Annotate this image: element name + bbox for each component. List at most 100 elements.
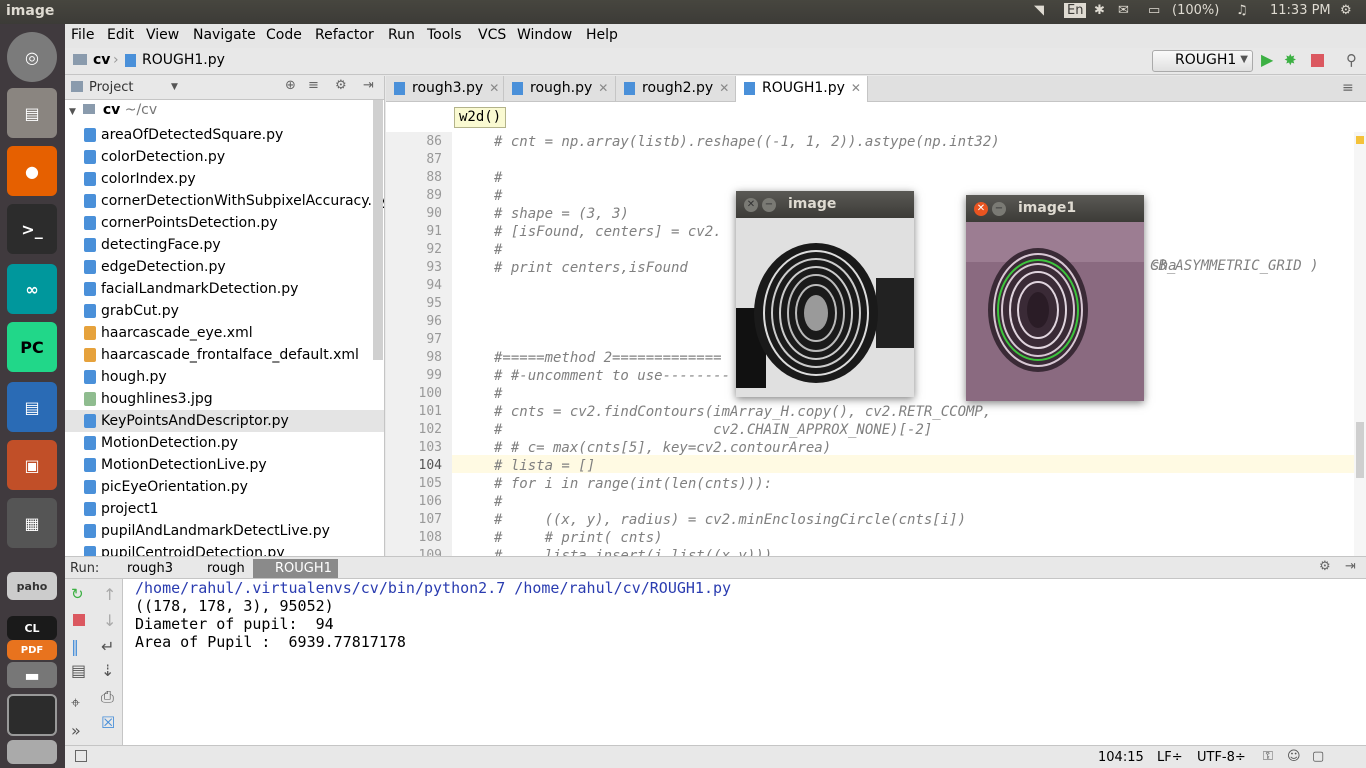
drive-icon[interactable]: ▬ (7, 662, 57, 688)
menu-file[interactable]: File (71, 27, 94, 43)
chip-icon[interactable]: ▦ (7, 498, 57, 548)
pin-icon[interactable]: ⌖ (71, 693, 80, 713)
close-icon[interactable]: ✕ (598, 81, 608, 95)
expand-arrow-icon[interactable]: ▼ (69, 107, 76, 117)
more-icon[interactable]: » (71, 721, 81, 740)
file-item[interactable]: MotionDetectionLive.py (84, 454, 267, 476)
file-item[interactable]: MotionDetection.py (84, 432, 238, 454)
search-icon[interactable]: ⚲ (1346, 51, 1357, 69)
run-config-select[interactable]: ROUGH1 ▼ (1152, 50, 1253, 72)
file-item[interactable]: cornerPointsDetection.py (84, 212, 278, 234)
menu-code[interactable]: Code (266, 27, 302, 43)
pycharm-icon[interactable]: PC (7, 322, 57, 372)
stop-icon[interactable] (1311, 54, 1324, 67)
gear-icon[interactable]: ⚙ (335, 78, 347, 93)
file-item[interactable]: colorIndex.py (84, 168, 196, 190)
collapse-all-icon[interactable]: ≡ (308, 78, 319, 93)
bluetooth-icon[interactable]: ✱ (1094, 3, 1105, 18)
file-item[interactable]: houghlines3.jpg (84, 388, 213, 410)
menu-help[interactable]: Help (586, 27, 618, 43)
chevron-down-icon[interactable]: ▼ (171, 82, 178, 92)
menu-tools[interactable]: Tools (427, 27, 462, 43)
print-icon[interactable]: ⎙ (101, 687, 114, 707)
file-item[interactable]: detectingFace.py (84, 234, 221, 256)
stop-icon[interactable] (73, 614, 85, 626)
line-separator[interactable]: LF÷ (1157, 750, 1183, 765)
trash-icon[interactable] (7, 740, 57, 764)
code-line[interactable]: # (494, 188, 502, 206)
file-item[interactable]: edgeDetection.py (84, 256, 226, 278)
close-icon[interactable]: ✕ (744, 198, 758, 212)
file-item[interactable]: pupilCentroidDetection.py (84, 542, 285, 556)
code-line[interactable]: # print centers,isFound (494, 260, 688, 278)
display-icon[interactable] (7, 694, 57, 736)
tab-rough2[interactable]: rough2.py ✕ (616, 76, 736, 102)
menu-window[interactable]: Window (517, 27, 572, 43)
opencv-window-image1[interactable]: ✕ − image1 (966, 195, 1144, 401)
wifi-icon[interactable]: ◥ (1034, 3, 1044, 18)
scroll-thumb[interactable] (1356, 422, 1364, 478)
file-item[interactable]: colorDetection.py (84, 146, 225, 168)
paho-icon[interactable]: paho (7, 572, 57, 600)
code-line[interactable]: # (494, 494, 502, 512)
menu-navigate[interactable]: Navigate (193, 27, 256, 43)
keyboard-layout-indicator[interactable]: En (1064, 3, 1087, 18)
code-line[interactable]: # (494, 242, 502, 260)
minimize-icon[interactable]: − (992, 202, 1006, 216)
code-line[interactable]: # (494, 386, 502, 404)
code-line[interactable]: # for i in range(int(len(cnts))): (494, 476, 772, 494)
file-item[interactable]: areaOfDetectedSquare.py (84, 124, 283, 146)
debug-bug-icon[interactable]: ✸ (1284, 51, 1297, 69)
editor-scrollbar[interactable] (1354, 132, 1366, 556)
run-tab-rough3[interactable]: rough3 (105, 559, 179, 578)
nav-folder[interactable]: cv (93, 52, 110, 68)
menu-view[interactable]: View (146, 27, 179, 43)
console-output[interactable]: /home/rahul/.virtualenvs/cv/bin/python2.… (123, 579, 1366, 745)
code-line[interactable]: # cv2.CHAIN_APPROX_NONE)[-2] (494, 422, 932, 440)
code-line[interactable]: # [isFound, centers] = cv2. (494, 224, 722, 242)
code-line[interactable]: # # print( cnts) (494, 530, 663, 548)
code-line[interactable]: # lista = [] (494, 458, 595, 476)
gear-icon[interactable]: ⚙ (1319, 559, 1331, 574)
arduino-icon[interactable]: ∞ (7, 264, 57, 314)
close-icon[interactable]: ✕ (851, 81, 861, 95)
down-arrow-icon[interactable]: ↓ (103, 611, 116, 630)
tab-rough1[interactable]: ROUGH1.py ✕ (736, 76, 868, 102)
file-item[interactable]: haarcascade_eye.xml (84, 322, 253, 344)
soft-wrap-icon[interactable]: ↵ (101, 637, 114, 656)
layout-icon[interactable]: ▤ (71, 661, 86, 680)
impress-icon[interactable]: ▣ (7, 440, 57, 490)
code-line[interactable]: # # c= max(cnts[5], key=cv2.contourArea) (494, 440, 831, 458)
minimize-icon[interactable]: − (762, 198, 776, 212)
ubuntu-dash-icon[interactable]: ◎ (7, 32, 57, 82)
file-item[interactable]: project1 (84, 498, 159, 520)
scroll-from-source-icon[interactable]: ⊕ (285, 78, 296, 93)
run-tab-rough1[interactable]: ROUGH1 (253, 559, 338, 578)
tree-root[interactable]: ▼ cv ~/cv (69, 102, 157, 118)
opencv-window-image[interactable]: ✕ − image (736, 191, 914, 397)
project-scrollbar[interactable] (373, 100, 383, 360)
mail-icon[interactable]: ✉ (1118, 3, 1129, 18)
warning-marker-icon[interactable] (1356, 136, 1364, 144)
power-gear-icon[interactable]: ⚙ (1340, 3, 1352, 18)
file-item[interactable]: cornerDetectionWithSubpixelAccuracy.py (84, 190, 384, 212)
file-item[interactable]: facialLandmarkDetection.py (84, 278, 298, 300)
file-item[interactable]: KeyPointsAndDescriptor.py (65, 410, 384, 432)
code-line[interactable]: # cnt = np.array(listb).reshape((-1, 1, … (494, 134, 1000, 152)
inspector-icon[interactable]: ☺ (1287, 749, 1301, 764)
menu-edit[interactable]: Edit (107, 27, 134, 43)
window-titlebar[interactable]: ✕ − image (736, 191, 914, 218)
menu-refactor[interactable]: Refactor (315, 27, 374, 43)
terminal-icon[interactable]: >_ (7, 204, 57, 254)
files-icon[interactable]: ▤ (7, 88, 57, 138)
close-icon[interactable]: ✕ (974, 202, 988, 216)
tab-rough[interactable]: rough.py ✕ (504, 76, 616, 102)
menu-run[interactable]: Run (388, 27, 415, 43)
rerun-icon[interactable]: ↻ (71, 585, 84, 603)
project-view-select[interactable]: Project (89, 80, 133, 95)
pause-icon[interactable]: ‖ (71, 637, 79, 656)
file-item[interactable]: picEyeOrientation.py (84, 476, 248, 498)
function-breadcrumb[interactable]: w2d() (454, 107, 507, 128)
code-line[interactable]: # #-uncomment to use-------- (494, 368, 730, 386)
scroll-to-end-icon[interactable]: ⇣ (101, 661, 114, 680)
